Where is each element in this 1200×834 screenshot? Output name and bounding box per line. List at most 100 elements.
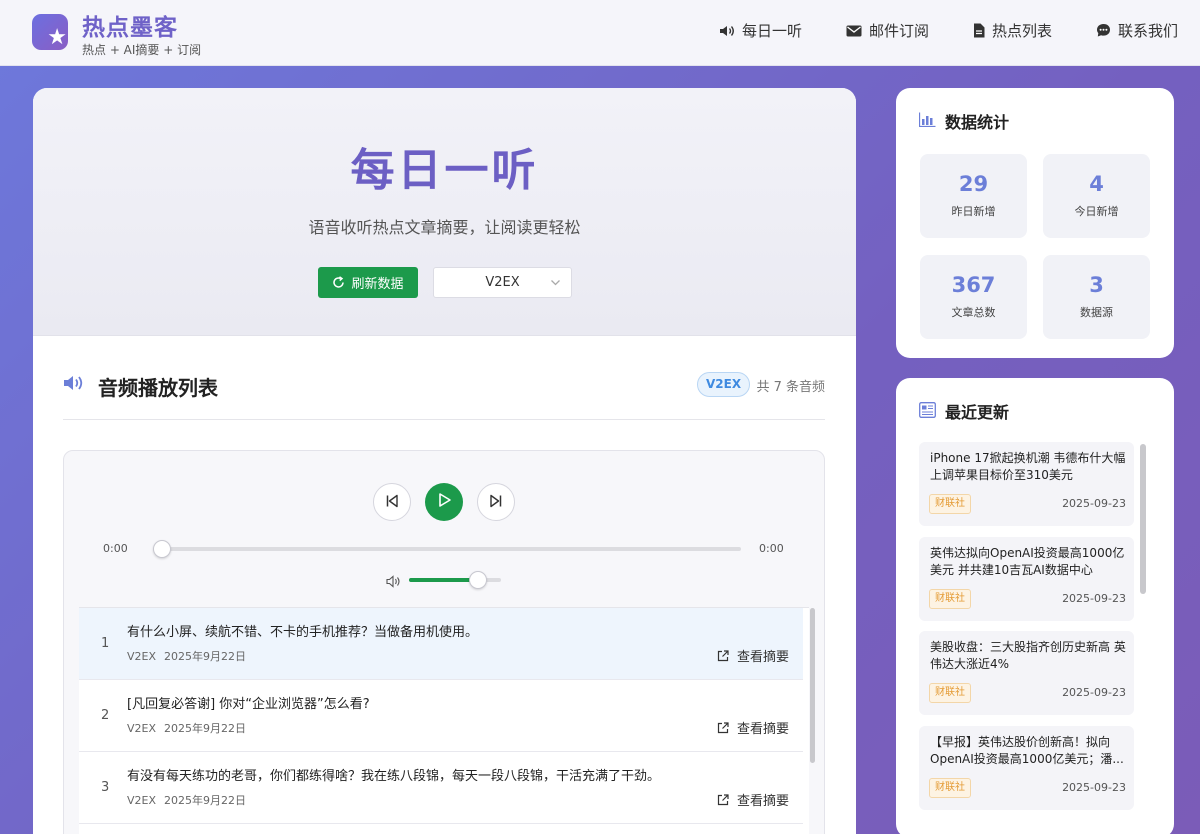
nav-hot-list[interactable]: 热点列表 [973,20,1052,41]
track-row[interactable]: 2 [凡回复必答谢] 你对“企业浏览器”怎么看? V2EX 2025年9月22日 … [79,680,803,752]
track-date: 2025年9月22日 [164,650,247,663]
next-button[interactable] [477,483,515,521]
main-nav: 每日一听 邮件订阅 热点列表 联系我们 [675,20,1178,41]
news-item[interactable]: 【早报】英伟达股价创新高！拟向OpenAI投资最高1000亿美元；潘... 财联… [919,726,1134,810]
source-select[interactable]: V2EX [433,267,572,298]
stat-label: 昨日新增 [951,205,996,218]
track-title: 有什么小屏、续航不错、不卡的手机推荐？当做备用机使用。 [127,625,479,640]
chevron-down-icon [550,277,561,292]
playlist-title: 音频播放列表 [98,376,218,400]
news-date: 2025-09-23 [1062,592,1126,605]
nav-label: 热点列表 [991,22,1052,40]
track-meta: V2EX 2025年9月22日 [127,720,246,736]
news-date: 2025-09-23 [1062,781,1126,794]
stat-label: 文章总数 [951,306,996,319]
track-source: V2EX [127,650,157,663]
previous-button[interactable] [373,483,411,521]
volume-level [409,578,478,582]
hero-section: 每日一听 语音收听热点文章摘要，让阅读更轻松 刷新数据 V2EX [33,88,856,336]
news-item[interactable]: iPhone 17掀起换机潮 韦德布什大幅上调苹果目标价至310美元 财联社 2… [919,442,1134,526]
news-title: iPhone 17掀起换机潮 韦德布什大幅上调苹果目标价至310美元 [930,451,1126,482]
view-summary-link[interactable]: 查看摘要 [717,718,789,737]
news-title: 英伟达拟向OpenAI投资最高1000亿美元 并共建10吉瓦AI数据中心 [930,546,1125,577]
track-date: 2025年9月22日 [164,794,247,807]
volume-icon[interactable] [386,573,402,592]
track-number: 2 [101,708,110,723]
stat-yesterday-new: 29 昨日新增 [920,154,1027,238]
external-link-icon [717,649,729,662]
external-link-icon [717,721,729,734]
total-time: 0:00 [759,542,784,555]
stats-card: 数据统计 29 昨日新增 4 今日新增 367 文章总数 3 数据源 [896,88,1174,358]
skip-forward-icon [489,493,503,512]
track-meta: V2EX 2025年9月22日 [127,648,246,664]
refresh-button[interactable]: 刷新数据 [318,267,418,298]
track-list: 1 有什么小屏、续航不错、不卡的手机推荐？当做备用机使用。 V2EX 2025年9… [79,607,815,834]
stat-value: 4 [1089,172,1104,196]
stat-total-articles: 367 文章总数 [920,255,1027,339]
star-icon: ★ [47,25,67,50]
skip-back-icon [385,493,399,512]
news-item[interactable]: 英伟达拟向OpenAI投资最高1000亿美元 并共建10吉瓦AI数据中心 财联社… [919,537,1134,621]
play-icon [436,492,452,512]
document-icon [973,23,985,38]
stat-data-sources: 3 数据源 [1043,255,1150,339]
news-source-tag: 财联社 [929,494,971,514]
nav-label: 邮件订阅 [868,22,929,40]
nav-label: 每日一听 [741,22,802,40]
recent-title: 最近更新 [945,403,1010,422]
news-item[interactable]: 美股收盘：三大股指齐创历史新高 英伟达大涨近4% 财联社 2025-09-23 [919,631,1134,715]
brand-title[interactable]: 热点墨客 [82,8,178,42]
news-title: 美股收盘：三大股指齐创历史新高 英伟达大涨近4% [930,640,1126,671]
track-source: V2EX [127,794,157,807]
external-link-icon [717,793,729,806]
logo[interactable]: ★ [32,14,68,50]
stat-value: 367 [951,273,996,297]
progress-bar[interactable] [153,547,741,551]
stats-title: 数据统计 [945,113,1010,132]
news-date: 2025-09-23 [1062,686,1126,699]
recent-scrollbar[interactable] [1140,444,1146,594]
view-summary-link[interactable]: 查看摘要 [717,790,789,809]
view-summary-link[interactable]: 查看摘要 [717,646,789,665]
nav-contact[interactable]: 联系我们 [1096,20,1178,41]
track-number: 1 [101,636,110,651]
track-number: 3 [101,780,110,795]
track-row[interactable]: 1 有什么小屏、续航不错、不卡的手机推荐？当做备用机使用。 V2EX 2025年9… [79,608,803,680]
mail-icon [846,25,862,37]
view-summary-label: 查看摘要 [736,794,789,809]
volume-thumb[interactable] [469,571,487,589]
recent-updates-card: 最近更新 iPhone 17掀起换机潮 韦德布什大幅上调苹果目标价至310美元 … [896,378,1174,834]
track-row[interactable]: 3 有没有每天练功的老哥，你们都练得啥？我在练八段锦，每天一段八段锦，干活充满了… [79,752,803,824]
view-summary-label: 查看摘要 [736,722,789,737]
track-title: 有没有每天练功的老哥，你们都练得啥？我在练八段锦，每天一段八段锦，干活充满了干劲… [127,769,661,784]
news-title: 【早报】英伟达股价创新高！拟向OpenAI投资最高1000亿美元；潘... [930,735,1124,766]
current-time: 0:00 [103,542,128,555]
newspaper-icon [919,402,936,422]
news-source-tag: 财联社 [929,683,971,703]
audio-player: 0:00 0:00 1 有什么小屏、续航不错、不卡的手机推荐？当做备用机使用。 … [63,450,825,834]
bar-chart-icon [918,112,936,131]
play-button[interactable] [425,483,463,521]
source-select-value: V2EX [485,275,520,290]
daily-listen-panel: 每日一听 语音收听热点文章摘要，让阅读更轻松 刷新数据 V2EX 音频播放列表 … [33,88,856,834]
audio-count: 共 7 条音频 [756,380,825,395]
track-source: V2EX [127,722,157,735]
nav-daily-listen[interactable]: 每日一听 [719,20,802,41]
news-source-tag: 财联社 [929,778,971,798]
refresh-label: 刷新数据 [351,277,404,292]
nav-email-subscribe[interactable]: 邮件订阅 [846,20,929,41]
view-summary-label: 查看摘要 [736,650,789,665]
stat-today-new: 4 今日新增 [1043,154,1150,238]
top-navbar: ★ 热点墨客 热点 + AI摘要 + 订阅 每日一听 邮件订阅 热点列表 联系我… [0,0,1200,66]
progress-thumb[interactable] [153,540,171,558]
stat-value: 3 [1089,273,1104,297]
track-list-scrollbar[interactable] [810,608,815,763]
refresh-icon [332,276,345,289]
speaker-icon [719,24,735,38]
stat-label: 数据源 [1080,306,1113,319]
track-date: 2025年9月22日 [164,722,247,735]
chat-icon [1096,23,1111,38]
stat-label: 今日新增 [1074,205,1119,218]
page-title: 每日一听 [350,145,539,196]
